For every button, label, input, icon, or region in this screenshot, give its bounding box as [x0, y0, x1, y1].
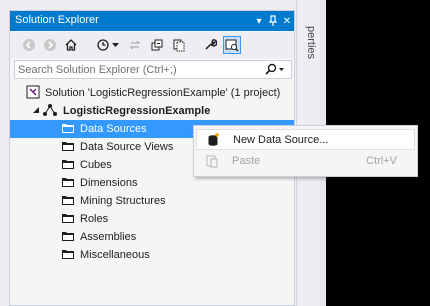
- solution-label: Solution 'LogisticRegressionExample' (1 …: [45, 87, 281, 99]
- tree-folder-item[interactable]: Mining Structures: [10, 192, 294, 210]
- menu-item-shortcut: Ctrl+V: [366, 155, 397, 167]
- project-icon: [42, 103, 58, 120]
- folder-icon: [61, 194, 75, 209]
- folder-label: Mining Structures: [80, 195, 166, 207]
- folder-label: Data Source Views: [80, 141, 174, 153]
- menu-item-paste[interactable]: Paste Ctrl+V: [196, 151, 415, 172]
- menu-item-label: New Data Source...: [233, 134, 329, 146]
- folder-icon: [61, 176, 75, 191]
- home-icon[interactable]: [62, 36, 80, 54]
- menu-item-new-data-source[interactable]: New Data Source...: [196, 129, 415, 150]
- sync-icon[interactable]: [126, 36, 144, 54]
- preview-icon[interactable]: [223, 36, 241, 54]
- properties-icon[interactable]: [201, 36, 219, 54]
- expanded-arrow-icon[interactable]: [32, 105, 40, 117]
- folder-label: Assemblies: [80, 231, 137, 243]
- tree-solution-node[interactable]: Solution 'LogisticRegressionExample' (1 …: [10, 84, 294, 102]
- search-icon[interactable]: [264, 63, 286, 79]
- context-menu: New Data Source... Paste Ctrl+V: [193, 125, 418, 177]
- folder-label: Roles: [80, 213, 109, 225]
- tree-project-node[interactable]: LogisticRegressionExample: [10, 102, 294, 120]
- panel-title: Solution Explorer: [15, 14, 99, 26]
- search-placeholder: Search Solution Explorer (Ctrl+;): [18, 64, 177, 76]
- paste-icon: [205, 154, 219, 171]
- search-input[interactable]: Search Solution Explorer (Ctrl+;): [14, 60, 292, 79]
- panel-titlebar[interactable]: Solution Explorer ▾ ✕: [10, 11, 294, 31]
- folder-label: Data Sources: [80, 123, 147, 135]
- collapse-all-icon[interactable]: [148, 36, 166, 54]
- pin-icon[interactable]: [266, 13, 280, 29]
- folder-label: Miscellaneous: [80, 249, 150, 261]
- left-frame: [0, 0, 6, 306]
- tree-folder-item[interactable]: Roles: [10, 210, 294, 228]
- folder-icon: [61, 140, 75, 155]
- project-label: LogisticRegressionExample: [63, 105, 211, 117]
- menu-item-label: Paste: [232, 155, 261, 167]
- forward-icon[interactable]: [41, 36, 59, 54]
- folder-label: Cubes: [80, 159, 112, 171]
- solution-icon: [26, 85, 40, 102]
- back-icon[interactable]: [20, 36, 38, 54]
- show-all-files-icon[interactable]: [170, 36, 188, 54]
- folder-icon: [61, 248, 75, 263]
- panel-toolbar: [10, 32, 294, 58]
- new-data-source-icon: [206, 133, 220, 150]
- side-tab-label: perties: [305, 26, 317, 60]
- tree-folder-item[interactable]: Miscellaneous: [10, 246, 294, 264]
- folder-label: Dimensions: [80, 177, 138, 189]
- folder-icon: [61, 230, 75, 245]
- close-icon[interactable]: ✕: [280, 13, 294, 29]
- folder-icon: [61, 212, 75, 227]
- folder-icon: [61, 158, 75, 173]
- dropdown-icon[interactable]: ▾: [252, 13, 266, 29]
- tree-folder-item[interactable]: Assemblies: [10, 228, 294, 246]
- history-dropdown-icon[interactable]: [110, 36, 120, 54]
- folder-icon: [61, 122, 75, 137]
